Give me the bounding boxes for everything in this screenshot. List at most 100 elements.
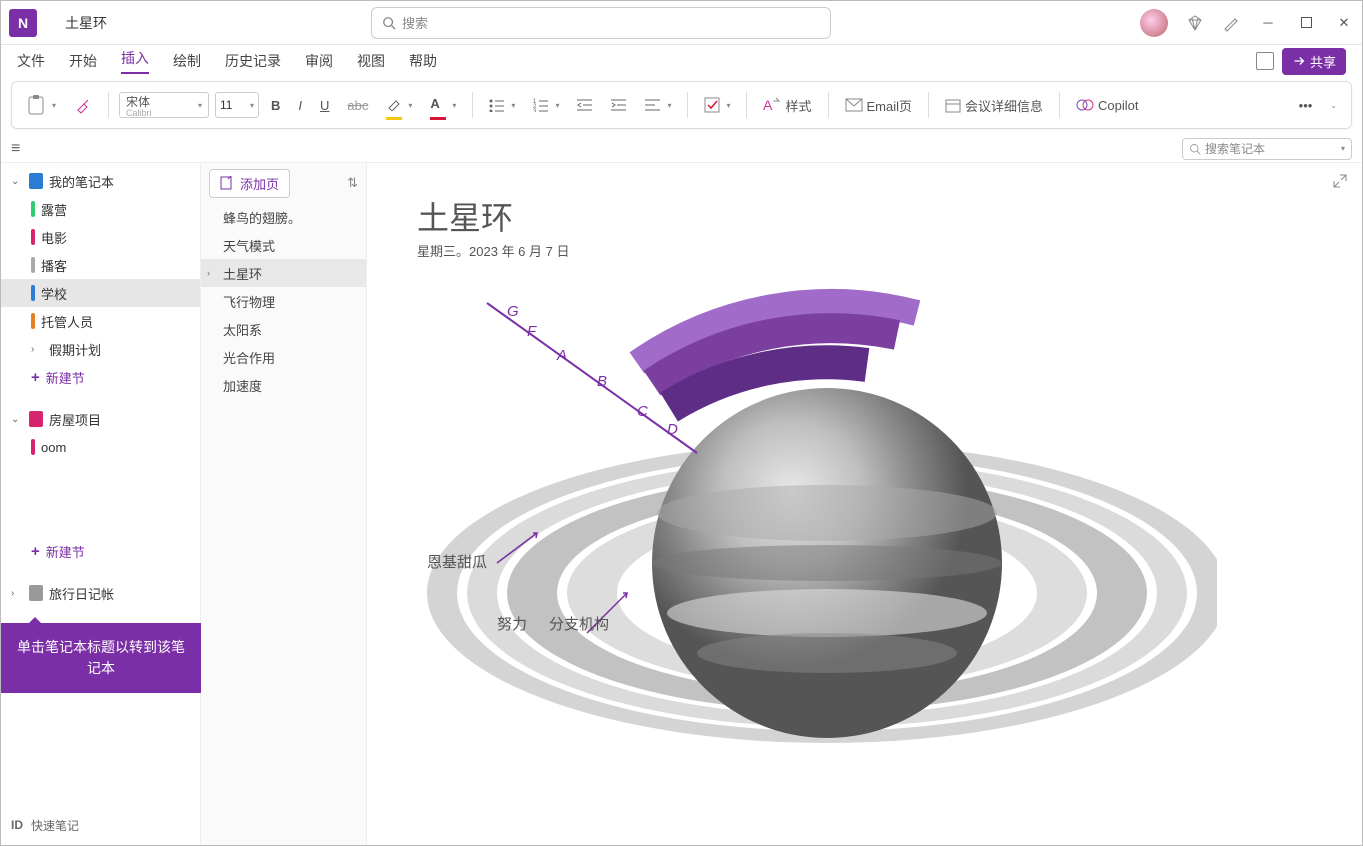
clipboard-icon xyxy=(26,94,46,116)
svg-text:A: A xyxy=(763,97,773,113)
ring-label-a: A xyxy=(557,347,567,364)
section-color xyxy=(31,229,35,245)
section-item[interactable]: 播客 xyxy=(1,251,200,279)
menu-file[interactable]: 文件 xyxy=(17,51,45,71)
menu-view[interactable]: 视图 xyxy=(357,51,385,71)
chevron-right-icon: › xyxy=(11,588,23,599)
menu-insert[interactable]: 插入 xyxy=(121,48,149,74)
section-label: 假期计划 xyxy=(49,340,101,359)
page-label: 天气模式 xyxy=(223,236,275,255)
page-item[interactable]: ›土星环 xyxy=(201,259,366,287)
search-box[interactable]: 搜索 xyxy=(371,7,831,39)
saturn-diagram: G F A B C D 恩基甜瓜 努力 分支机构 xyxy=(397,273,1217,845)
todo-tag-button[interactable]: ▾ xyxy=(698,90,736,120)
italic-button[interactable]: I xyxy=(292,90,308,120)
add-section-button[interactable]: +新建节 xyxy=(1,363,200,391)
menu-review[interactable]: 审阅 xyxy=(305,51,333,71)
note-title[interactable]: 土星环 xyxy=(417,193,513,239)
add-section-label: 新建节 xyxy=(46,368,85,387)
svg-text:3: 3 xyxy=(533,109,537,112)
minimize-button[interactable]: ─ xyxy=(1258,13,1278,33)
section-item[interactable]: 托管人员 xyxy=(1,307,200,335)
copilot-button[interactable]: Copilot xyxy=(1070,90,1144,120)
bold-button[interactable]: B xyxy=(265,90,286,120)
page-item[interactable]: ›蜂鸟的翅膀。 xyxy=(201,203,366,231)
section-color xyxy=(31,285,35,301)
meeting-details-button[interactable]: 会议详细信息 xyxy=(939,90,1049,120)
section-group-item[interactable]: › 假期计划 xyxy=(1,335,200,363)
notebook-item[interactable]: ⌄ 我的笔记本 xyxy=(1,167,200,195)
page-item[interactable]: ›加速度 xyxy=(201,371,366,399)
page-label: 太阳系 xyxy=(223,320,262,339)
more-button[interactable]: ••• xyxy=(1293,90,1319,120)
section-label: 电影 xyxy=(41,228,67,247)
menu-home[interactable]: 开始 xyxy=(69,51,97,71)
numbering-button[interactable]: 123▾ xyxy=(527,90,565,120)
search-placeholder: 搜索 xyxy=(402,13,428,32)
ribbon-collapse-button[interactable]: ⌄ xyxy=(1322,90,1343,120)
notebook-icon xyxy=(29,585,43,601)
page-item[interactable]: ›光合作用 xyxy=(201,343,366,371)
bullets-button[interactable]: ▾ xyxy=(483,90,521,120)
font-size: 11 xyxy=(220,98,232,112)
notebook-item[interactable]: ⌄ 房屋项目 xyxy=(1,405,200,433)
ring-label-c: C xyxy=(637,403,648,420)
page-item[interactable]: ›天气模式 xyxy=(201,231,366,259)
strike-button[interactable]: abc xyxy=(341,90,374,120)
meeting-label: 会议详细信息 xyxy=(965,96,1043,115)
email-page-button[interactable]: Email页 xyxy=(839,90,919,120)
format-painter-button[interactable] xyxy=(68,90,98,120)
share-button[interactable]: 共享 xyxy=(1282,48,1346,75)
page-item[interactable]: ›飞行物理 xyxy=(201,287,366,315)
notebook-item[interactable]: › 旅行日记帐 xyxy=(1,579,200,607)
section-item[interactable]: oom xyxy=(1,433,200,461)
page-item[interactable]: ›太阳系 xyxy=(201,315,366,343)
highlight-button[interactable]: ▾ xyxy=(380,90,418,120)
add-section-button[interactable]: +新建节 xyxy=(1,537,200,565)
styles-button[interactable]: A 样式 xyxy=(757,90,817,120)
annotation-branch: 分支机构 xyxy=(549,613,609,634)
numlist-icon: 123 xyxy=(533,98,549,112)
diamond-icon[interactable] xyxy=(1186,14,1204,32)
styles-icon: A xyxy=(763,97,781,113)
font-color-button[interactable]: A▾ xyxy=(424,90,462,120)
section-item[interactable]: 露营 xyxy=(1,195,200,223)
paste-button[interactable]: ▾ xyxy=(20,90,62,120)
maximize-button[interactable] xyxy=(1296,13,1316,33)
close-button[interactable]: ✕ xyxy=(1334,13,1354,33)
page-label: 蜂鸟的翅膀。 xyxy=(223,208,301,227)
window-mode-icon[interactable] xyxy=(1256,52,1274,70)
underline-button[interactable]: U xyxy=(314,90,335,120)
saturn-svg xyxy=(397,273,1217,845)
page-label: 光合作用 xyxy=(223,348,275,367)
avatar[interactable] xyxy=(1140,9,1168,37)
sort-icon[interactable]: ⇅ xyxy=(347,175,358,191)
calendar-icon xyxy=(945,97,961,113)
outdent-button[interactable] xyxy=(571,90,599,120)
chevron-right-icon: › xyxy=(31,344,43,355)
annotation-enki: 恩基甜瓜 xyxy=(427,551,487,572)
ring-label-b: B xyxy=(597,373,607,390)
hamburger-icon[interactable]: ≡ xyxy=(11,140,20,158)
add-page-button[interactable]: 添加页 xyxy=(209,169,290,198)
chevron-down-icon: ⌄ xyxy=(11,176,23,187)
notebook-label: 房屋项目 xyxy=(49,410,101,429)
plus-icon: + xyxy=(31,543,40,560)
align-button[interactable]: ▾ xyxy=(639,90,677,120)
menu-history[interactable]: 历史记录 xyxy=(225,51,281,71)
quick-notes-button[interactable]: ID 快速笔记 xyxy=(1,811,200,839)
menu-draw[interactable]: 绘制 xyxy=(173,51,201,71)
note-canvas[interactable]: 土星环 星期三。2023 年 6 月 7 日 xyxy=(367,163,1362,845)
search-icon xyxy=(382,16,396,30)
indent-button[interactable] xyxy=(605,90,633,120)
annotation-nuli: 努力 xyxy=(497,613,527,634)
menu-help[interactable]: 帮助 xyxy=(409,51,437,71)
pen-icon[interactable] xyxy=(1222,14,1240,32)
font-size-select[interactable]: 11▾ xyxy=(215,92,259,118)
section-item[interactable]: 学校 xyxy=(1,279,200,307)
expand-icon[interactable] xyxy=(1332,173,1348,189)
search-notebooks[interactable]: 搜索笔记本 ▾ xyxy=(1182,138,1352,160)
section-item[interactable]: 电影 xyxy=(1,223,200,251)
section-color xyxy=(31,201,35,217)
font-name-select[interactable]: 宋体Calibri ▾ xyxy=(119,92,209,118)
